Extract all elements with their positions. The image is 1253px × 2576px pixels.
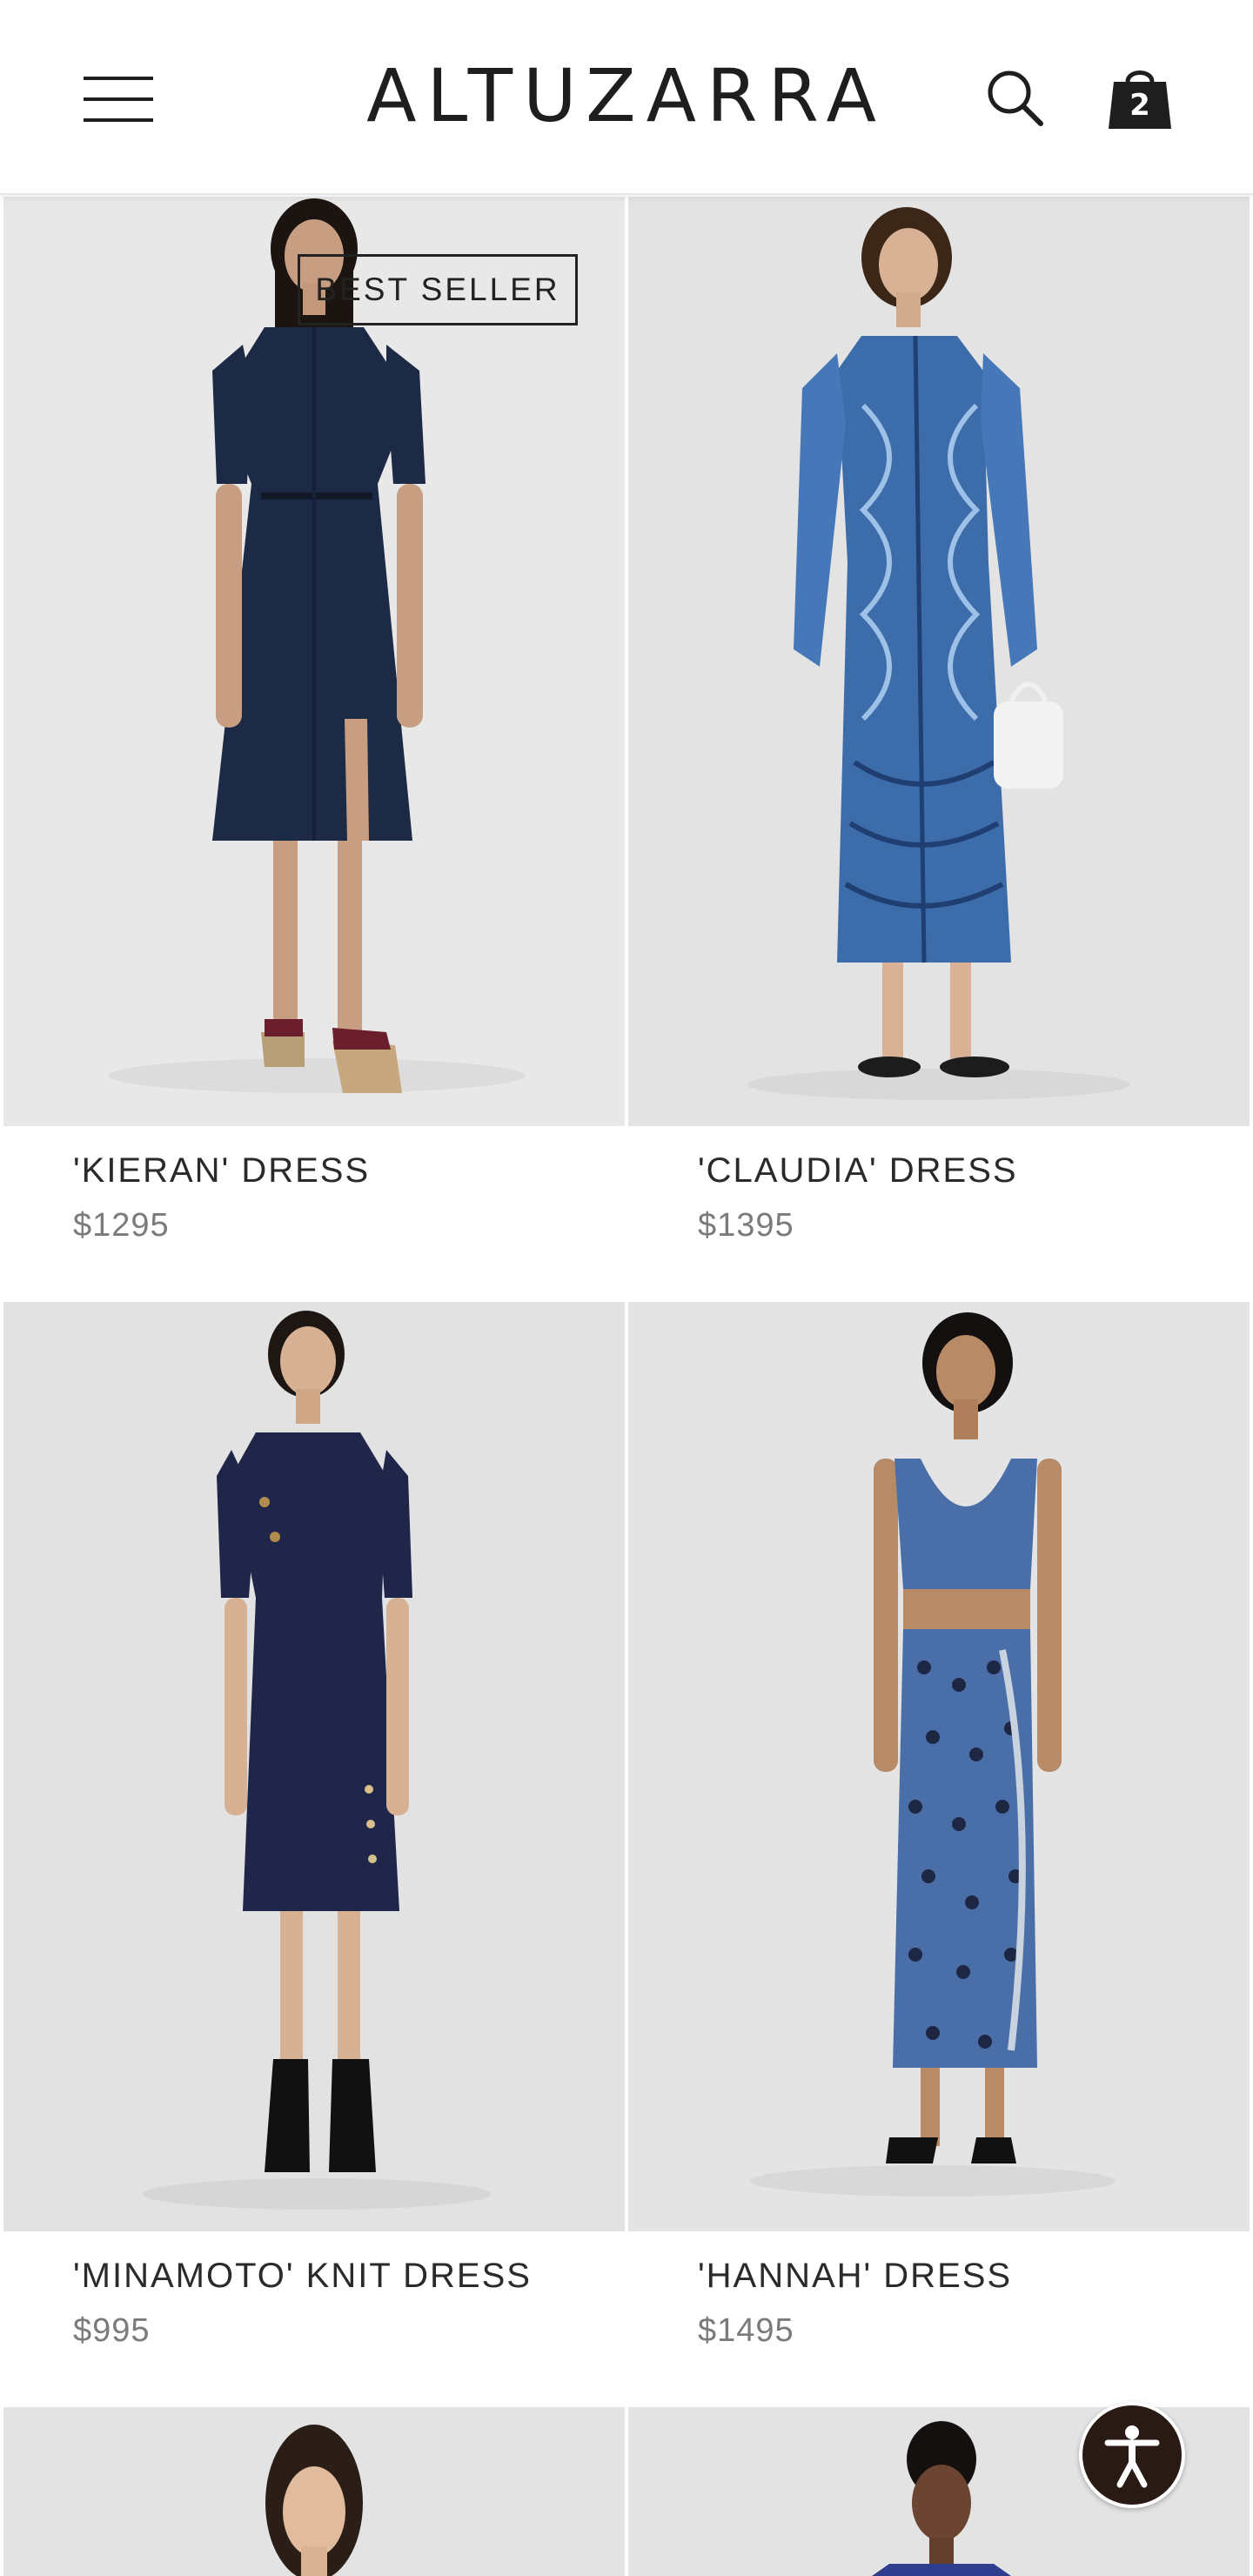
- product-image[interactable]: [628, 197, 1250, 1126]
- product-card[interactable]: 'HANNAH' DRESS $1495: [628, 1302, 1250, 2349]
- product-image[interactable]: [3, 2407, 625, 2576]
- product-price: $1295: [73, 1207, 170, 1244]
- best-seller-badge: BEST SELLER: [298, 254, 578, 325]
- hamburger-menu-icon[interactable]: [84, 75, 158, 124]
- product-grid: BEST SELLER 'KIERAN' DRESS $1295 'CLAUDI…: [0, 197, 1253, 2576]
- product-card[interactable]: BEST SELLER 'KIERAN' DRESS $1295: [3, 197, 625, 1244]
- product-name[interactable]: 'KIERAN' DRESS: [73, 1149, 370, 1192]
- product-price: $995: [73, 2312, 151, 2349]
- shopping-bag-icon[interactable]: 2: [1105, 63, 1175, 132]
- cart-count-badge: 2: [1129, 88, 1150, 123]
- product-image[interactable]: BEST SELLER: [3, 197, 625, 1126]
- product-image[interactable]: [628, 1302, 1250, 2231]
- product-name[interactable]: 'MINAMOTO' KNIT DRESS: [73, 2254, 532, 2298]
- site-header: ALTUZARRA 2: [0, 0, 1253, 195]
- product-price: $1495: [698, 2312, 794, 2349]
- product-card[interactable]: 'CLAUDIA' DRESS $1395: [628, 197, 1250, 1244]
- product-card[interactable]: [3, 2407, 625, 2576]
- product-name[interactable]: 'HANNAH' DRESS: [698, 2254, 1012, 2298]
- product-card[interactable]: 'MINAMOTO' KNIT DRESS $995: [3, 1302, 625, 2349]
- product-name[interactable]: 'CLAUDIA' DRESS: [698, 1149, 1018, 1192]
- product-price: $1395: [698, 1207, 794, 1244]
- product-image[interactable]: [3, 1302, 625, 2231]
- accessibility-icon[interactable]: [1079, 2402, 1185, 2508]
- search-icon[interactable]: [983, 66, 1046, 129]
- brand-logo[interactable]: ALTUZARRA: [348, 54, 905, 138]
